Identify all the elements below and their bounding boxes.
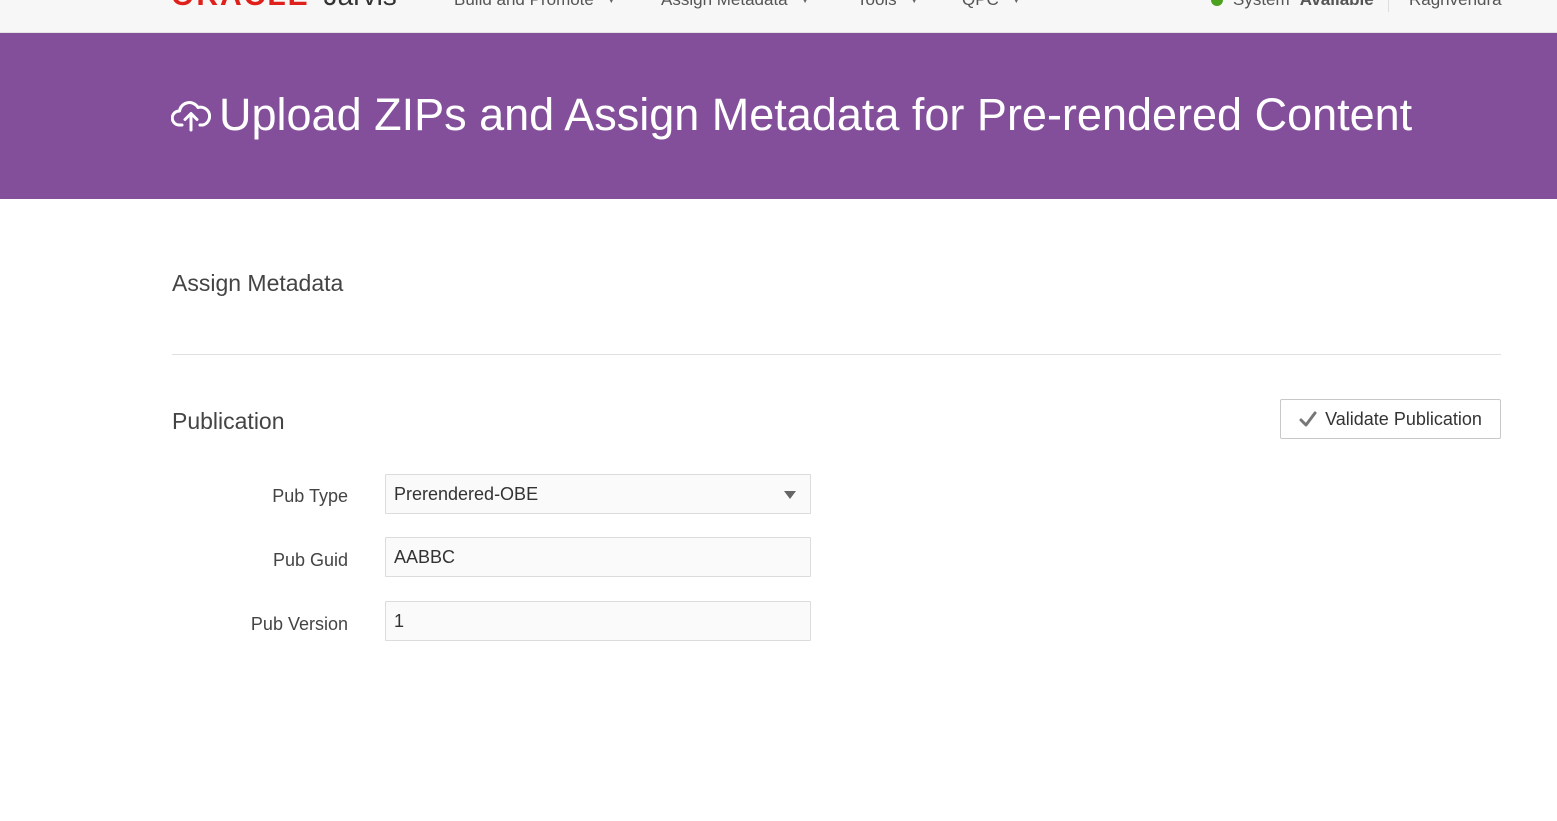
page-header: Upload ZIPs and Assign Metadata for Pre-… — [0, 33, 1557, 199]
nav-label: Assign Metadata — [661, 0, 788, 10]
pub-version-field — [385, 601, 811, 641]
caret-down-icon: ▼ — [799, 0, 811, 6]
caret-down-icon: ▼ — [908, 0, 920, 6]
nav-label: Tools — [857, 0, 897, 10]
section-divider — [172, 354, 1501, 355]
pub-type-select[interactable]: Prerendered-OBE — [385, 474, 811, 514]
caret-down-icon: ▼ — [1010, 0, 1022, 6]
pub-type-value: Prerendered-OBE — [394, 483, 539, 504]
nav-assign-metadata[interactable]: Assign Metadata ▼ — [661, 0, 811, 10]
pub-guid-label: Pub Guid — [272, 550, 348, 570]
pub-version-label: Pub Version — [250, 614, 348, 634]
nav-tools[interactable]: Tools ▼ — [857, 0, 920, 10]
nav-qpc[interactable]: QPC ▼ — [962, 0, 1022, 10]
section-title-publication: Publication — [172, 408, 285, 434]
user-menu[interactable]: Raghvendra — [1409, 0, 1502, 10]
nav-divider — [1388, 0, 1389, 12]
pub-type-label: Pub Type — [272, 486, 348, 506]
pub-guid-field — [385, 537, 811, 577]
page-title-row: Upload ZIPs and Assign Metadata for Pre-… — [171, 85, 1412, 145]
status-value: Available — [1300, 0, 1374, 10]
nav-build-and-promote[interactable]: Build and Promote ▼ — [454, 0, 617, 10]
nav-label: QPC — [962, 0, 999, 10]
cloud-upload-icon — [171, 98, 211, 132]
checkmark-icon — [1299, 411, 1317, 427]
pub-guid-input[interactable] — [394, 546, 802, 568]
system-status: System Available — [1211, 0, 1374, 10]
app-name: Jarvis — [324, 0, 397, 12]
validate-publication-button[interactable]: Validate Publication — [1280, 399, 1501, 439]
app-logo[interactable]: ORACLE Jarvis — [171, 0, 397, 13]
nav-label: Build and Promote — [454, 0, 594, 10]
oracle-logo: ORACLE — [171, 0, 310, 13]
status-dot-icon — [1211, 0, 1223, 6]
pub-version-input[interactable] — [394, 610, 802, 632]
top-navbar: ORACLE Jarvis Build and Promote ▼ Assign… — [0, 0, 1557, 33]
page-title: Upload ZIPs and Assign Metadata for Pre-… — [219, 89, 1413, 140]
caret-down-icon: ▼ — [605, 0, 617, 6]
select-caret-icon — [784, 491, 796, 499]
section-title-assign-metadata: Assign Metadata — [172, 270, 344, 296]
validate-publication-label: Validate Publication — [1325, 408, 1482, 429]
status-prefix: System — [1233, 0, 1290, 10]
